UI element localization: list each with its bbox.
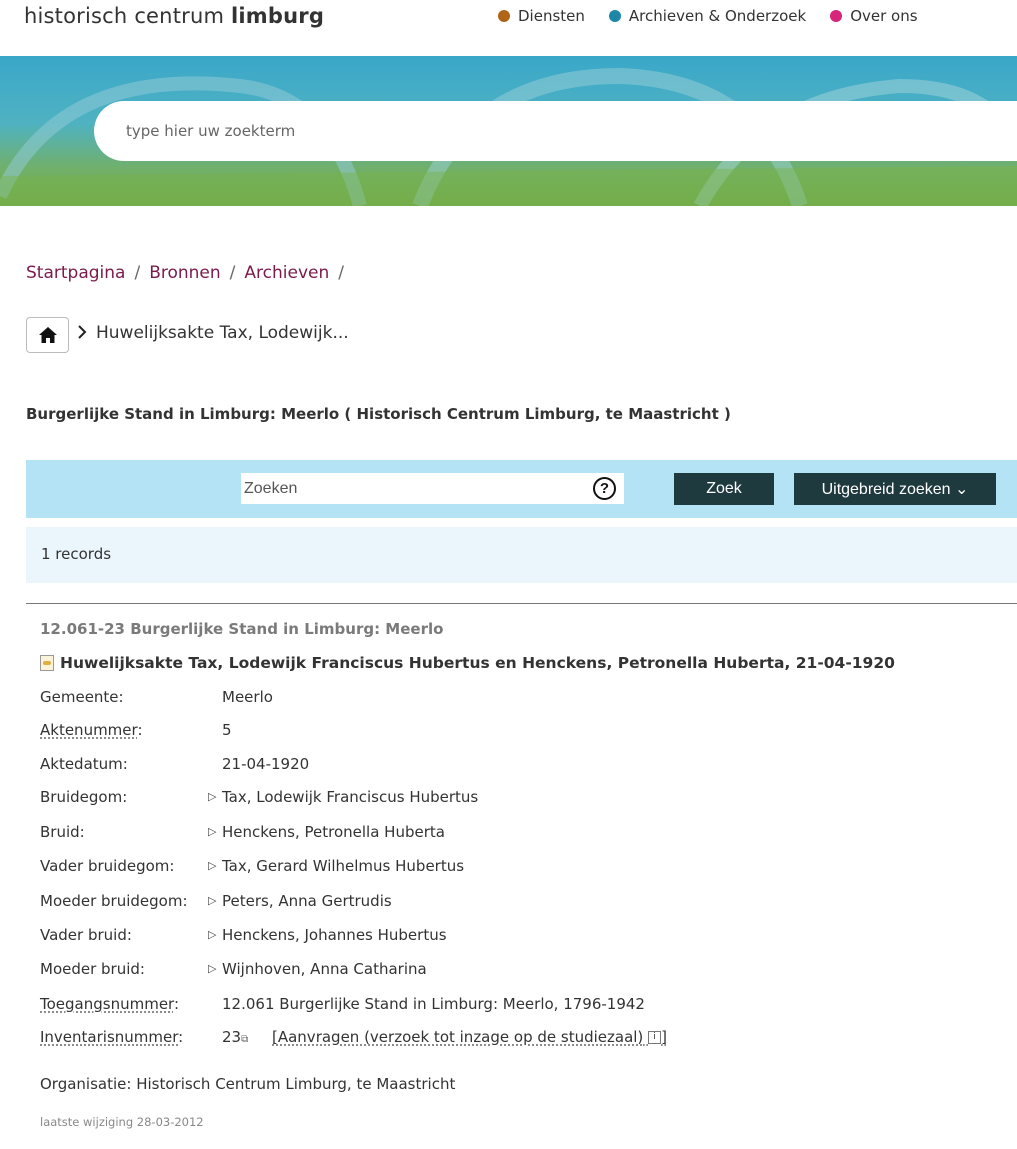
field-bruid: Bruid: ▷ Henckens, Petronella Huberta [40,823,445,841]
field-label: Moeder bruidegom: [40,892,188,910]
field-vader-bruid: Vader bruid: ▷ Henckens, Johannes Hubert… [40,926,447,944]
nav-item-over-ons[interactable]: Over ons [830,7,918,25]
field-value: Tax, Lodewijk Franciscus Hubertus [222,788,479,806]
zoek-button[interactable]: Zoek [674,473,774,505]
field-label-wrap: Aktenummer: [40,721,143,739]
organisatie: Organisatie: Historisch Centrum Limburg,… [40,1075,456,1093]
hero-search-input[interactable] [126,101,1006,161]
field-label[interactable]: Toegangsnummer [40,995,174,1013]
nav-dot-icon [608,10,621,22]
external-link-icon[interactable]: ⧉ [241,1034,248,1045]
field-label: Vader bruid: [40,926,132,944]
field-value: 5 [222,721,232,739]
breadcrumb-startpagina[interactable]: Startpagina [26,263,125,283]
expand-triangle-icon[interactable]: ▷ [208,928,216,941]
record-title-text: Huwelijksakte Tax, Lodewijk Franciscus H… [60,654,895,672]
breadcrumb-bronnen[interactable]: Bronnen [149,263,220,283]
field-inventarisnummer: Inventarisnummer: 23⧉ [Aanvragen (verzoe… [40,1028,667,1046]
field-value[interactable]: 12.061 Burgerlijke Stand in Limburg: Mee… [222,995,645,1013]
field-vader-bruidegom: Vader bruidegom: ▷ Tax, Gerard Wilhelmus… [40,857,464,875]
aanvragen-text: [Aanvragen (verzoek tot inzage op de stu… [272,1028,644,1046]
nav-dot-icon [830,10,843,22]
top-header: historisch centrum limburg Diensten Arch… [0,0,1017,56]
search-input[interactable] [244,473,584,504]
breadcrumb-separator: / [338,263,344,283]
field-label: Aktedatum: [40,755,128,773]
main-navigation: Diensten Archieven & Onderzoek Over ons [498,7,918,25]
records-count-bar: 1 records [26,527,1017,583]
site-logo[interactable]: historisch centrum limburg [24,4,324,28]
record-search-bar: ? Zoek Uitgebreid zoeken ⌄ [26,460,1017,518]
field-label: Bruid: [40,823,85,841]
field-bruidegom: Bruidegom: ▷ Tax, Lodewijk Franciscus Hu… [40,788,478,806]
advanced-search-button[interactable]: Uitgebreid zoeken ⌄ [794,473,996,505]
expand-triangle-icon[interactable]: ▷ [208,790,216,803]
field-label[interactable]: Aktenummer [40,721,137,739]
nav-label: Diensten [518,7,585,25]
field-moeder-bruidegom: Moeder bruidegom: ▷ Peters, Anna Gertrud… [40,892,392,910]
logo-part-3: limburg [231,4,325,28]
divider [26,603,1017,604]
field-label: Gemeente: [40,688,124,706]
aanvragen-end: ] [661,1028,667,1046]
nav-label: Over ons [850,7,918,25]
field-aktenummer: Aktenummer: 5 [40,721,232,739]
field-label[interactable]: Inventarisnummer [40,1028,178,1046]
field-moeder-bruid: Moeder bruid: ▷ Wijnhoven, Anna Catharin… [40,960,427,978]
field-value: Wijnhoven, Anna Catharina [222,960,427,978]
logo-part-2: centrum [134,4,231,28]
breadcrumb-separator: / [134,263,141,283]
field-aktedatum: Aktedatum: 21-04-1920 [40,755,309,773]
breadcrumb-separator: / [229,263,236,283]
archive-title: Burgerlijke Stand in Limburg: Meerlo ( H… [26,405,731,423]
records-count: 1 records [41,545,112,563]
field-value: Tax, Gerard Wilhelmus Hubertus [222,857,465,875]
laatste-wijziging: laatste wijziging 28-03-2012 [40,1115,204,1129]
hero-banner [0,56,1017,206]
field-label-wrap: Toegangsnummer: [40,995,180,1013]
hero-search-box [94,101,1017,161]
chevron-right-icon [76,324,88,344]
expand-triangle-icon[interactable]: ▷ [208,894,216,907]
field-gemeente: Gemeente: Meerlo [40,688,273,706]
search-box: ? [241,473,624,504]
expand-triangle-icon[interactable]: ▷ [208,859,216,872]
document-icon [40,655,54,671]
info-icon: i [648,1031,662,1044]
aanvragen-link[interactable]: [Aanvragen (verzoek tot inzage op de stu… [272,1028,667,1046]
field-label: Moeder bruid: [40,960,145,978]
field-label: Bruidegom: [40,788,128,806]
field-value: Henckens, Petronella Huberta [222,823,445,841]
field-label: Vader bruidegom: [40,857,175,875]
field-label-wrap: Inventarisnummer: [40,1028,184,1046]
field-value-wrap: 23⧉ [222,1028,248,1046]
field-toegangsnummer: Toegangsnummer: 12.061 Burgerlijke Stand… [40,995,645,1013]
field-value[interactable]: 23 [222,1028,241,1046]
nav-dot-icon [498,10,510,22]
breadcrumb-archieven[interactable]: Archieven [244,263,329,283]
home-button[interactable] [26,317,69,353]
expand-triangle-icon[interactable]: ▷ [208,962,216,975]
field-value: Peters, Anna Gertrudis [222,892,392,910]
breadcrumb: Startpagina / Bronnen / Archieven / [26,263,344,283]
help-icon[interactable]: ? [593,477,616,500]
nav-item-diensten[interactable]: Diensten [498,7,585,25]
logo-part-1: historisch [24,4,135,28]
current-crumb-title: Huwelijksakte Tax, Lodewijk... [96,323,349,343]
field-value: Meerlo [222,688,273,706]
expand-triangle-icon[interactable]: ▷ [208,825,216,838]
nav-item-archieven[interactable]: Archieven & Onderzoek [608,7,807,25]
record-title[interactable]: Huwelijksakte Tax, Lodewijk Franciscus H… [40,654,895,672]
home-icon [38,327,57,343]
field-value: 21-04-1920 [222,755,310,773]
field-value: Henckens, Johannes Hubertus [222,926,447,944]
nav-label: Archieven & Onderzoek [628,7,807,25]
record-code: 12.061-23 Burgerlijke Stand in Limburg: … [40,620,444,638]
